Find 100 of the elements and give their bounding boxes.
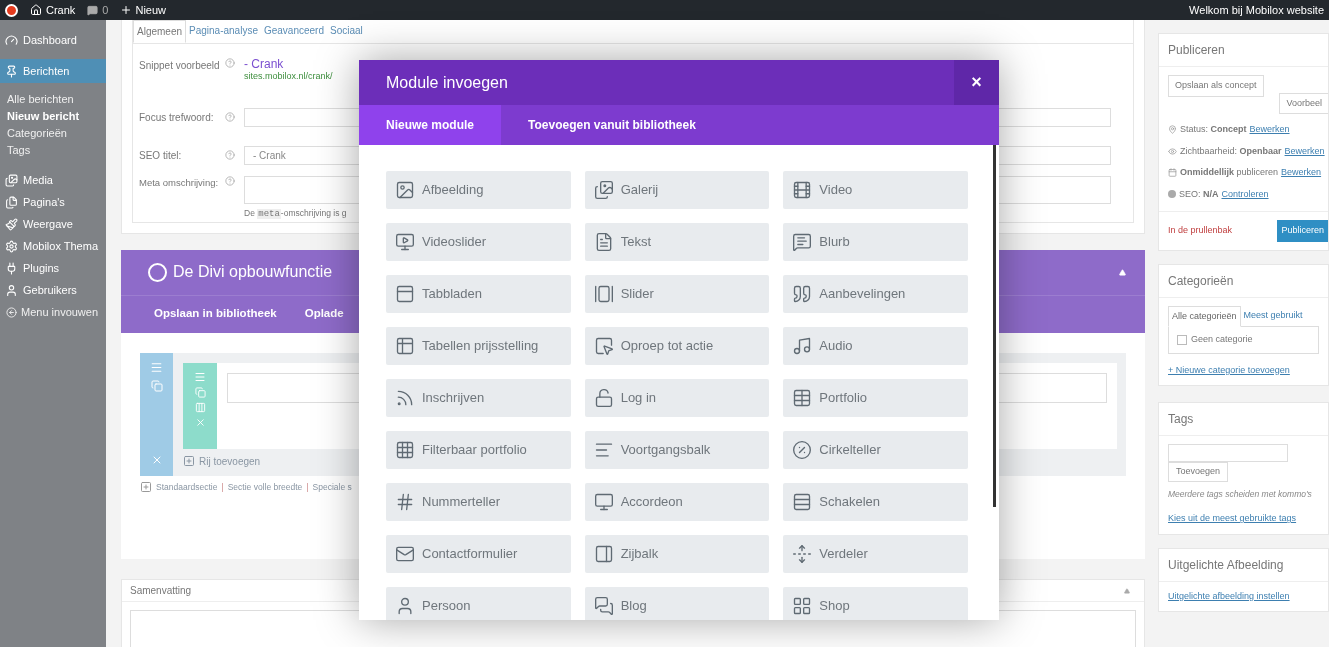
collapse-menu-button[interactable]: Menu invouwen (0, 301, 106, 323)
module-button[interactable]: Cirkelteller (783, 431, 968, 469)
edit-link[interactable]: Bewerken (1284, 144, 1325, 158)
module-button[interactable]: Accordeon (584, 483, 770, 521)
add-category-link[interactable]: + Nieuwe categorie toevoegen (1168, 363, 1319, 377)
module-button[interactable]: Log in (584, 379, 770, 417)
checkbox[interactable] (1177, 334, 1187, 345)
add-row-button[interactable]: Rij toevoegen (183, 453, 261, 469)
module-button[interactable]: Oproep tot actie (584, 327, 770, 365)
menu-item[interactable]: Mobilox Thema (0, 235, 106, 257)
add-section-link[interactable]: Speciale s (312, 480, 352, 494)
preview-button[interactable]: Voorbeel (1279, 92, 1328, 114)
logo-icon[interactable] (5, 3, 18, 17)
module-button[interactable]: Filterbaar portfolio (386, 431, 571, 469)
columns-icon[interactable] (194, 401, 206, 413)
duplicate-icon[interactable] (194, 386, 206, 398)
category-tab[interactable]: Meest gebruikt (1240, 305, 1306, 327)
collapse-arrow-icon[interactable] (1124, 587, 1130, 594)
module-button[interactable]: Contactformulier (386, 535, 571, 573)
drag-icon[interactable] (150, 360, 163, 374)
module-button[interactable]: Zijbalk (584, 535, 770, 573)
comments-link[interactable]: 0 (87, 1, 109, 19)
menu-item[interactable]: Plugins (0, 257, 106, 279)
trash-link[interactable]: In de prullenbak (1168, 224, 1233, 238)
images-icon (5, 173, 18, 187)
module-button[interactable]: Afbeelding (386, 171, 571, 209)
plus-icon[interactable] (140, 480, 152, 493)
edit-link[interactable]: Bewerken (1281, 166, 1322, 180)
set-featured-image-link[interactable]: Uitgelichte afbeelding instellen (1168, 589, 1319, 604)
seo-tab[interactable]: Sociaal (327, 20, 366, 43)
settings-icon (5, 239, 18, 253)
submenu-item[interactable]: Alle berichten (0, 91, 106, 108)
module-button[interactable]: Blog (584, 587, 770, 620)
module-button[interactable]: Nummerteller (386, 483, 571, 521)
help-icon[interactable] (225, 58, 235, 68)
module-button[interactable]: Inschrijven (386, 379, 571, 417)
seo-tab[interactable]: Algemeen (133, 20, 187, 43)
help-icon[interactable] (225, 176, 235, 186)
menu-item[interactable]: Weergave (0, 213, 106, 235)
divi-action-link[interactable]: Opslaan in bibliotheek (154, 305, 277, 323)
module-button[interactable]: Tabbladen (386, 275, 571, 313)
greeting-link[interactable]: Welkom bij Mobilox website (1189, 1, 1324, 19)
submenu-item[interactable]: Nieuw bericht (0, 108, 106, 125)
add-section-link[interactable]: Sectie volle breedte (227, 480, 303, 494)
close-icon[interactable] (194, 416, 206, 428)
module-button[interactable]: Aanbevelingen (783, 275, 968, 313)
publish-button[interactable]: Publiceren (1277, 220, 1328, 242)
site-link[interactable]: Crank (30, 1, 76, 19)
save-draft-button[interactable]: Opslaan als concept (1168, 75, 1264, 97)
module-button[interactable]: Shop (783, 587, 968, 620)
add-tag-button[interactable]: Toevoegen (1168, 462, 1229, 482)
module-button[interactable]: Videoslider (386, 223, 571, 261)
seo-tab[interactable]: Geavanceerd (260, 20, 327, 43)
duplicate-icon[interactable] (150, 379, 163, 392)
category-tab[interactable]: Alle categorieën (1168, 305, 1241, 327)
menu-item[interactable]: Dashboard (0, 29, 106, 51)
edit-link[interactable]: Bewerken (1249, 123, 1290, 137)
tag-field[interactable] (1168, 444, 1288, 462)
module-button[interactable]: Slider (584, 275, 770, 313)
status-text: Status: Concept (1180, 123, 1247, 136)
pointer-icon (593, 336, 614, 356)
panel-title: Uitgelichte Afbeelding (1168, 557, 1284, 572)
drag-icon[interactable] (194, 370, 206, 383)
dialog-tab[interactable]: Toevoegen vanuit bibliotheek (501, 105, 723, 145)
home-icon (30, 4, 42, 16)
plus-icon (120, 4, 133, 16)
module-button[interactable]: Persoon (386, 587, 571, 620)
module-button[interactable]: Portfolio (783, 379, 968, 417)
menu-item[interactable]: Media (0, 169, 106, 191)
module-button[interactable]: Tabellen prijsstelling (386, 327, 571, 365)
grid-icon (792, 388, 813, 408)
module-button[interactable]: Audio (783, 327, 968, 365)
separator: | (306, 480, 309, 494)
help-icon[interactable] (225, 112, 235, 122)
module-button[interactable]: Blurb (783, 223, 968, 261)
module-button[interactable]: Voortgangsbalk (584, 431, 770, 469)
help-icon[interactable] (225, 150, 235, 160)
menu-item[interactable]: Berichten (0, 59, 106, 83)
popular-tags-link[interactable]: Kies uit de meest gebruikte tags (1168, 512, 1319, 526)
add-section-link[interactable]: Standaardsectie (156, 480, 218, 494)
divi-action-link[interactable]: Oplade (304, 305, 344, 323)
module-button[interactable]: Schakelen (783, 483, 968, 521)
module-button[interactable]: Galerij (584, 171, 770, 209)
module-button[interactable]: Tekst (584, 223, 770, 261)
new-link[interactable]: Nieuw (120, 1, 167, 19)
module-button[interactable]: Video (783, 171, 968, 209)
speech-bubbles-icon (593, 596, 614, 616)
close-button[interactable]: × (954, 60, 999, 105)
menu-item[interactable]: Pagina's (0, 191, 106, 213)
scrollbar-thumb[interactable] (993, 145, 996, 507)
menu-item[interactable]: Gebruikers (0, 279, 106, 301)
panel-title: Samenvatting (130, 584, 192, 599)
submenu-item[interactable]: Categorieën (0, 125, 106, 142)
seo-tab[interactable]: Pagina-analyse (186, 20, 261, 43)
dialog-tab[interactable]: Nieuwe module (359, 105, 501, 145)
field-label: Snippet voorbeeld (139, 59, 221, 73)
separator: | (221, 480, 224, 494)
submenu-item[interactable]: Tags (0, 142, 106, 159)
module-button[interactable]: Verdeler (783, 535, 968, 573)
edit-link[interactable]: Controleren (1221, 187, 1269, 201)
